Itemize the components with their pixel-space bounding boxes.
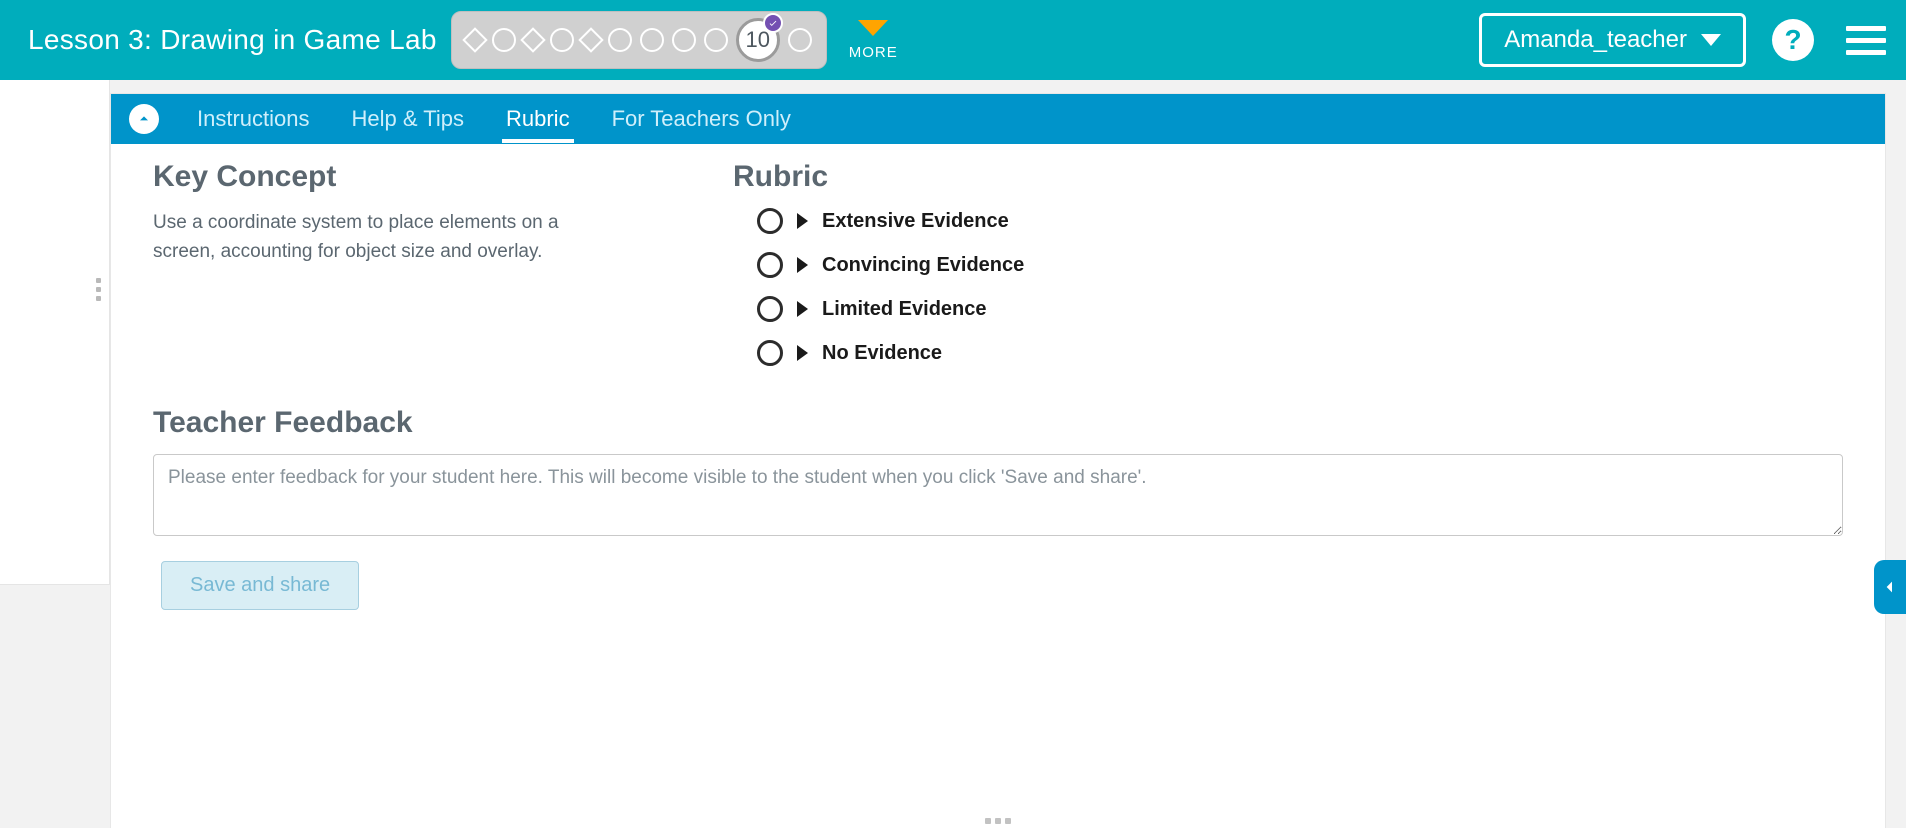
lesson-title: Lesson 3: Drawing in Game Lab [28,24,437,56]
rubric-level-item[interactable]: No Evidence [757,340,1843,366]
stage: Instructions Help & Tips Rubric For Teac… [0,80,1906,828]
panel-body: Key Concept Use a coordinate system to p… [111,144,1885,828]
more-dropdown[interactable]: MORE [849,20,898,61]
hamburger-menu[interactable] [1846,26,1886,55]
collapse-panel-button[interactable] [129,104,159,134]
progress-step-bubble[interactable] [550,28,574,52]
expand-right-icon[interactable] [797,301,808,317]
progress-step-diamond[interactable] [578,27,603,52]
save-and-share-button[interactable]: Save and share [161,561,359,610]
rubric-heading: Rubric [733,160,1843,194]
expand-right-icon[interactable] [797,257,808,273]
progress-step-bubble[interactable] [704,28,728,52]
caret-down-icon [1701,34,1721,46]
progress-step-bubble[interactable] [492,28,516,52]
lesson-progress: 10 [451,11,827,69]
tab-help-tips[interactable]: Help & Tips [348,95,469,143]
key-concept-column: Key Concept Use a coordinate system to p… [153,160,703,366]
resize-handle-horizontal[interactable] [985,814,1011,828]
instructions-panel: Instructions Help & Tips Rubric For Teac… [110,93,1886,828]
progress-step-diamond[interactable] [462,27,487,52]
rubric-level-item[interactable]: Convincing Evidence [757,252,1843,278]
rubric-level-label: Extensive Evidence [822,210,1009,233]
caret-down-icon [858,20,888,36]
help-button[interactable]: ? [1772,19,1814,61]
rubric-level-label: Convincing Evidence [822,254,1024,277]
tab-rubric[interactable]: Rubric [502,95,574,143]
radio-icon[interactable] [757,252,783,278]
rubric-level-item[interactable]: Extensive Evidence [757,208,1843,234]
key-concept-text: Use a coordinate system to place element… [153,208,623,267]
progress-complete-badge-icon [763,13,783,33]
rubric-level-label: No Evidence [822,342,942,365]
tab-instructions[interactable]: Instructions [193,95,314,143]
tab-teachers-only[interactable]: For Teachers Only [608,95,795,143]
progress-step-diamond[interactable] [520,27,545,52]
progress-step-bubble[interactable] [608,28,632,52]
left-gutter [0,80,110,585]
progress-step-bubble[interactable] [640,28,664,52]
radio-icon[interactable] [757,340,783,366]
rubric-level-item[interactable]: Limited Evidence [757,296,1843,322]
progress-step-bubble[interactable] [788,28,812,52]
key-concept-heading: Key Concept [153,160,703,194]
rubric-columns: Key Concept Use a coordinate system to p… [153,160,1843,366]
resize-handle-vertical[interactable] [96,278,101,301]
more-label: MORE [849,44,898,61]
chevron-up-icon [136,111,152,127]
expand-right-icon[interactable] [797,213,808,229]
panel-tabbar: Instructions Help & Tips Rubric For Teac… [111,94,1885,144]
chevron-left-icon [1882,574,1898,600]
teacher-feedback-input[interactable] [153,454,1843,536]
expand-right-icon[interactable] [797,345,808,361]
radio-icon[interactable] [757,296,783,322]
app-header: Lesson 3: Drawing in Game Lab 10 MORE Am… [0,0,1906,80]
radio-icon[interactable] [757,208,783,234]
rubric-level-label: Limited Evidence [822,298,987,321]
progress-step-bubble[interactable] [672,28,696,52]
expand-side-drawer-button[interactable] [1874,560,1906,614]
question-mark-icon: ? [1784,24,1801,56]
rubric-column: Rubric Extensive Evidence Convincing Evi… [733,160,1843,366]
teacher-feedback-heading: Teacher Feedback [153,406,1843,440]
user-menu[interactable]: Amanda_teacher [1479,13,1746,67]
rubric-level-list: Extensive Evidence Convincing Evidence L… [733,208,1843,366]
progress-step-current[interactable]: 10 [736,18,780,62]
user-name: Amanda_teacher [1504,26,1687,54]
